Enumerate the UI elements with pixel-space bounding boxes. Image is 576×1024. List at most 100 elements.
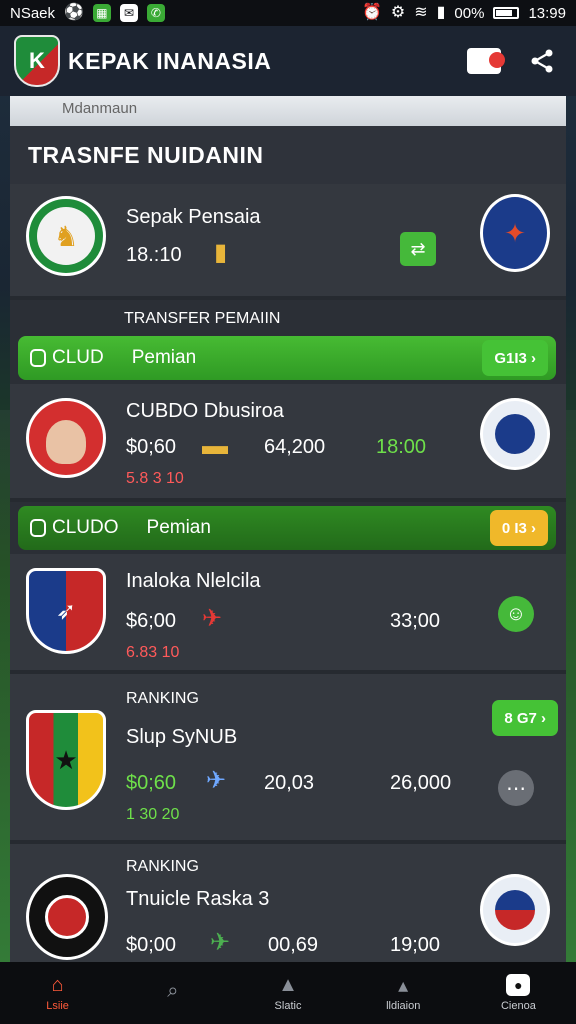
player-name: Inaloka Nlelcila	[126, 570, 261, 592]
nav-label: Cienoa	[500, 1000, 536, 1012]
ranking-header: RANKING	[126, 858, 199, 875]
player-time: 19;00	[390, 934, 441, 956]
player-name: CUBDO Dbusiroa	[126, 400, 284, 422]
crest-icon	[45, 895, 89, 939]
carrier-text: NSaek	[10, 4, 56, 22]
list-item[interactable]: ➶ Inaloka Nlelcila $6;00 ✈ 33;00 6.83 10…	[10, 554, 566, 674]
app-icon: ●	[506, 974, 531, 996]
club-bar[interactable]: CLUDO Pemian 0 I3 ›	[18, 506, 556, 550]
battery-icon	[493, 7, 520, 19]
nav-education[interactable]: ▴ lldiaion	[346, 962, 461, 1024]
flag-button[interactable]	[464, 41, 505, 81]
share-button[interactable]	[522, 41, 562, 81]
app-title: KEPAK INANASIA	[68, 47, 272, 74]
player-stat: 1 30 20	[126, 806, 180, 823]
plane-icon: ✈	[206, 767, 227, 794]
club-player-label: Pemian	[146, 517, 211, 538]
app-logo[interactable]: K	[14, 35, 60, 87]
player-time: 26,000	[390, 772, 452, 794]
battery-percent: 00%	[454, 4, 485, 22]
opponent-badge: ✦	[480, 194, 550, 272]
plane-icon: ✈	[210, 929, 231, 956]
player-fee: 00,69	[268, 934, 319, 956]
subheader-label: TRANSFER PEMAIIN	[124, 310, 281, 327]
more-button[interactable]: ⋯	[498, 770, 534, 806]
ranking-header: RANKING	[126, 690, 199, 707]
player-time: 18:00	[376, 436, 427, 458]
player-value: $0;60	[126, 772, 177, 794]
club-pill-button[interactable]: 0 I3 ›	[489, 510, 548, 546]
hat-icon: ▴	[398, 974, 409, 997]
player-name: Tnuicle Raska 3	[126, 888, 270, 910]
chart-icon: ▲	[278, 973, 298, 996]
opponent-badge	[480, 874, 550, 946]
ranking-pill-button[interactable]: 8 G7 ›	[492, 700, 558, 736]
opponent-badge	[480, 398, 550, 470]
dots-icon: ⋯	[506, 777, 526, 800]
player-value: $0;00	[126, 934, 177, 956]
alarm-icon: ⏰	[361, 4, 382, 21]
club-label: CLUD	[52, 347, 104, 368]
list-item[interactable]: CUBDO Dbusiroa $0;60 ▬ 64,200 18:00 5.8 …	[10, 384, 566, 502]
signal-icon: ▮	[436, 4, 446, 21]
player-value: 18.:10	[126, 244, 182, 266]
boot-icon: ▬	[202, 430, 228, 460]
bottom-nav: ⌂ Lsiie ⌕ ▲ Slatic ▴ lldiaion ● Cienoa	[0, 962, 576, 1024]
club-label: CLUDO	[52, 517, 119, 538]
share-icon	[531, 49, 553, 73]
player-fee: 20,03	[264, 772, 315, 794]
player-fee: 64,200	[264, 436, 326, 458]
message-icon: ✉	[119, 4, 138, 22]
club-badge: ★	[26, 710, 106, 810]
nav-search[interactable]: ⌕	[115, 962, 230, 1024]
nav-label: Lsiie	[46, 1000, 69, 1012]
list-item[interactable]: ♞ Sepak Pensaia 18.:10 ▮ ⇄ ✦	[10, 184, 566, 300]
swap-icon: ⇄	[410, 238, 426, 259]
player-stat: 6.83 10	[126, 644, 180, 661]
trophy-icon: ▮	[214, 239, 228, 266]
transfer-button[interactable]: ⇄	[400, 232, 436, 266]
player-stat: 5.8 3 10	[126, 470, 184, 487]
rocket-icon: ➶	[55, 597, 77, 625]
nav-stats[interactable]: ▲ Slatic	[230, 962, 345, 1024]
crest-icon	[495, 414, 535, 454]
status-bar: NSaek ⚽ ▦ ✉ ✆ ⏰ ⚙ ≋ ▮ 00% 13:99	[0, 0, 576, 26]
settings-icon: ⚙	[390, 4, 406, 21]
player-value: $0;60	[126, 436, 177, 458]
player-time: 33;00	[390, 610, 441, 632]
club-badge: ➶	[26, 568, 106, 654]
club-player-label: Pemian	[131, 347, 197, 368]
horse-icon: ♞	[37, 207, 95, 265]
flame-icon: ✦	[504, 217, 526, 248]
player-value: $6;00	[126, 610, 177, 632]
player-name: Sepak Pensaia	[126, 206, 261, 228]
flag-icon	[467, 48, 505, 74]
logo-letter: K	[29, 48, 45, 73]
clock-time: 13:99	[528, 4, 566, 22]
list-item[interactable]: RANKING Tnuicle Raska 3 $0;00 ✈ 00,69 19…	[10, 844, 566, 962]
star-icon: ★	[54, 744, 78, 775]
smile-icon: ☺	[505, 602, 527, 625]
smile-button[interactable]: ☺	[498, 596, 534, 632]
club-badge	[26, 874, 108, 960]
app-notification-icon: ▦	[92, 4, 111, 22]
club-badge: ♞	[26, 196, 106, 276]
section-title: TRASNFE NUIDANIN	[10, 126, 566, 184]
transfer-panel: Mdanmaun TRASNFE NUIDANIN ♞ Sepak Pensai…	[10, 96, 566, 962]
checkbox-icon	[30, 349, 46, 367]
list-item[interactable]: RANKING ★ Slup SyNUB $0;60 ✈ 20,03 26,00…	[10, 674, 566, 844]
player-face	[46, 420, 86, 464]
wifi-icon: ≋	[414, 4, 428, 21]
search-icon: ⌕	[167, 979, 179, 1002]
crest-icon	[495, 890, 535, 930]
subheader-row: TRANSFER PEMAIIN	[10, 300, 566, 336]
search-input[interactable]: Mdanmaun	[10, 96, 566, 126]
player-avatar	[26, 398, 106, 478]
soccer-ball-icon: ⚽	[64, 4, 84, 21]
club-bar[interactable]: CLUD Pemian G1I3 ›	[18, 336, 556, 380]
club-bar-container: CLUD Pemian G1I3 ›	[10, 336, 566, 384]
plane-icon: ✈	[202, 605, 223, 632]
nav-home[interactable]: ⌂ Lsiie	[0, 962, 115, 1024]
club-pill-button[interactable]: G1I3 ›	[482, 340, 548, 376]
nav-app[interactable]: ● Cienoa	[461, 962, 576, 1024]
